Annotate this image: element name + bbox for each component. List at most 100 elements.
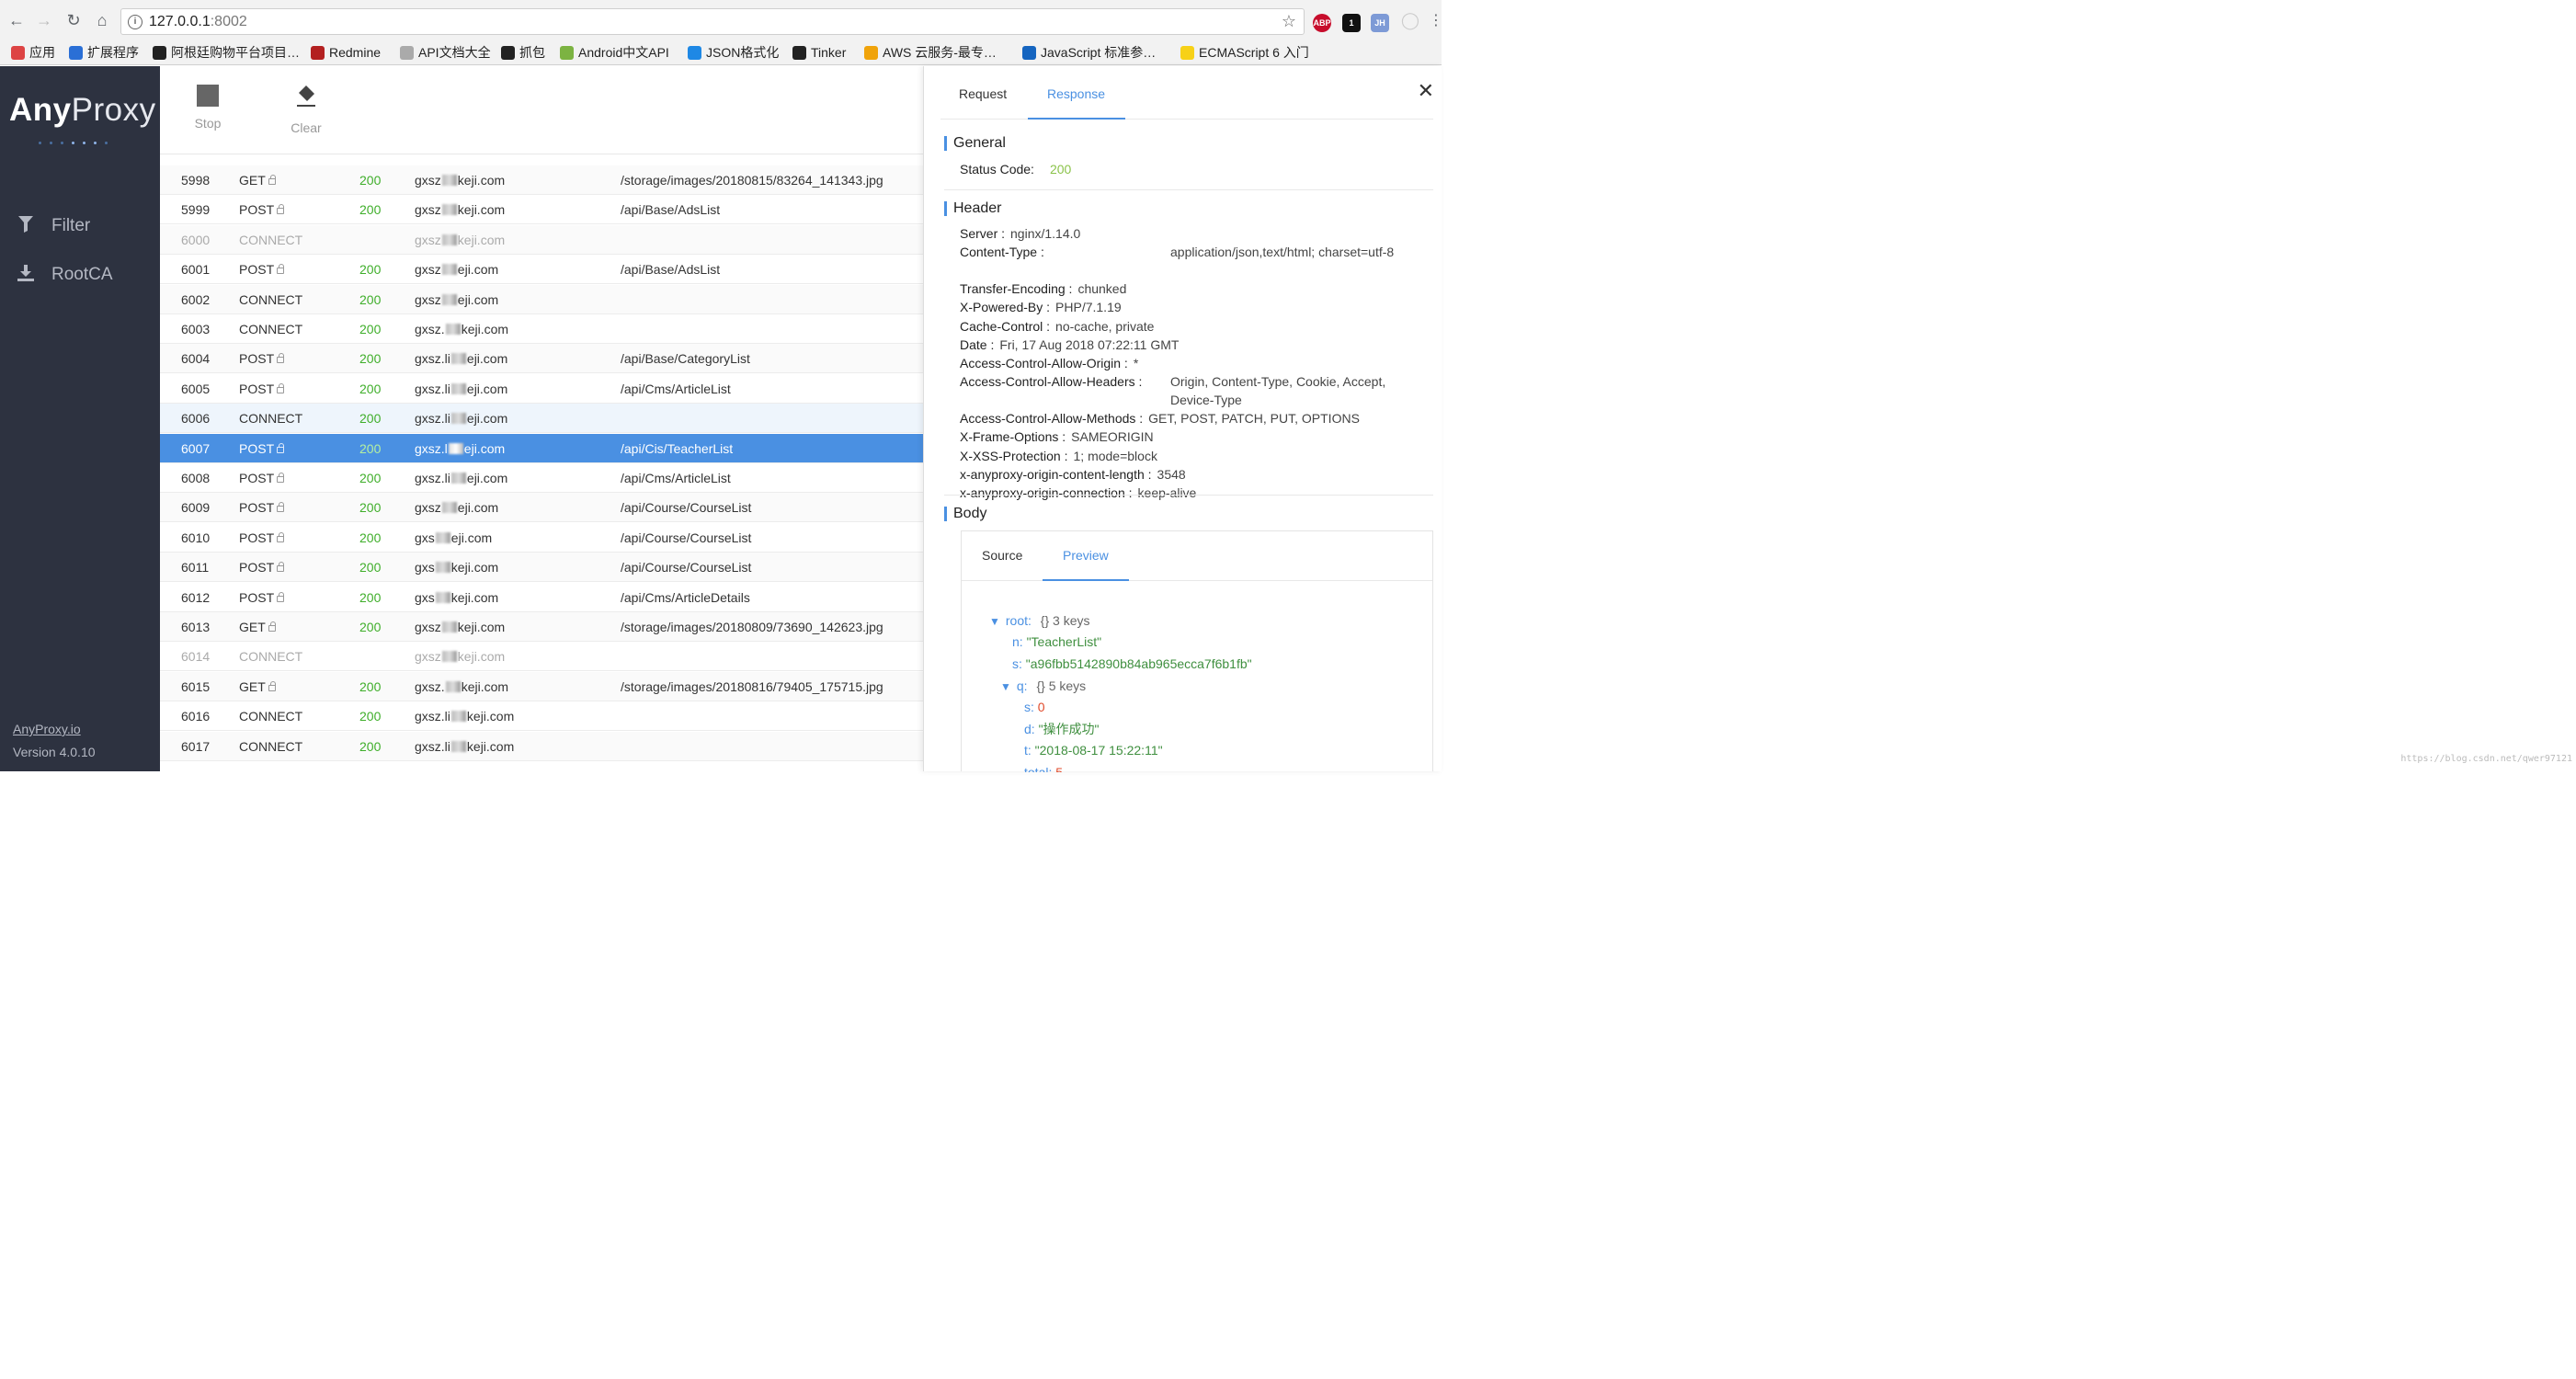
json-node-q[interactable]: ▼ q: {} 5 keys bbox=[1000, 677, 1086, 696]
header-row: x-anyproxy-origin-connection : keep-alive bbox=[960, 484, 1196, 502]
table-row[interactable]: 6014 CONNECT gxsz keji.com bbox=[160, 642, 923, 672]
table-row[interactable]: 6000 CONNECT gxsz keji.com bbox=[160, 224, 923, 255]
record-path: /storage/images/20180809/73690_142623.jp… bbox=[621, 620, 883, 634]
jh-icon[interactable]: JH bbox=[1371, 14, 1389, 32]
table-row[interactable]: 6002 CONNECT 200 gxsz eji.com bbox=[160, 284, 923, 314]
host-prefix: gxs bbox=[415, 530, 435, 545]
extension-badge-icon[interactable]: 1 bbox=[1342, 14, 1361, 32]
table-row[interactable]: 6012 POST 200 gxs keji.com/api/Cms/ArticleDe… bbox=[160, 583, 923, 612]
table-row[interactable]: 6008 POST 200 gxsz.li eji.com/api/Cms/Articl… bbox=[160, 463, 923, 493]
reload-icon[interactable]: ↻ bbox=[63, 9, 85, 31]
header-value: 3548 bbox=[1157, 466, 1186, 482]
record-path: /storage/images/20180816/79405_175715.jp… bbox=[621, 678, 883, 694]
logo-dot bbox=[50, 142, 52, 144]
bookmark-item[interactable]: JavaScript 标准参… bbox=[1022, 43, 1156, 62]
expand-triangle-icon[interactable]: ▼ bbox=[989, 615, 1000, 628]
tab-source[interactable]: Source bbox=[982, 548, 1022, 563]
bookmark-item[interactable]: 应用 bbox=[11, 43, 55, 62]
table-row[interactable]: 6006 CONNECT 200 gxsz.li eji.com bbox=[160, 404, 923, 434]
host-prefix: gxsz.l bbox=[415, 440, 448, 456]
host-suffix: keji.com bbox=[457, 202, 506, 218]
table-row[interactable]: 6001 POST 200 gxsz eji.com/api/Base/AdsList bbox=[160, 255, 923, 285]
bookmark-item[interactable]: ECMAScript 6 入门 bbox=[1180, 43, 1309, 62]
apps-grid-icon bbox=[11, 45, 25, 60]
abp-icon[interactable]: ABP bbox=[1313, 14, 1331, 32]
close-icon[interactable]: ✕ bbox=[1418, 79, 1434, 103]
method-text: CONNECT bbox=[239, 709, 303, 724]
record-id: 6008 bbox=[181, 471, 211, 485]
logo-bold-text: Any bbox=[9, 92, 72, 128]
tab-response[interactable]: Response bbox=[1047, 86, 1105, 101]
json-key: s: bbox=[1024, 700, 1034, 714]
bookmark-item[interactable]: AWS 云服务-最专… bbox=[864, 43, 997, 62]
stop-button[interactable]: Stop bbox=[180, 85, 235, 131]
bookmark-label: ECMAScript 6 入门 bbox=[1199, 45, 1309, 60]
record-path: /api/Base/CategoryList bbox=[621, 351, 750, 367]
host-suffix: eji.com bbox=[463, 440, 506, 456]
bookmark-item[interactable]: Android中文API bbox=[560, 43, 669, 62]
record-path: /api/Cms/ArticleDetails bbox=[621, 589, 750, 605]
bookmark-item[interactable]: JSON格式化 bbox=[688, 43, 779, 62]
method-text: CONNECT bbox=[239, 649, 303, 665]
browser-toolbar: ← → ↻ ⌂ i 127.0.0.1:8002 ☆ ABP 1 JH ◯ ⋮ bbox=[0, 0, 1443, 40]
json-string-value: "2018-08-17 15:22:11" bbox=[1034, 743, 1163, 758]
table-row[interactable]: 5999 POST 200 gxsz keji.com/api/Base/AdsList bbox=[160, 195, 923, 225]
redacted-mask bbox=[450, 473, 466, 484]
bookmark-item[interactable]: Redmine bbox=[311, 43, 381, 62]
anyproxy-io-link[interactable]: AnyProxy.io bbox=[13, 722, 81, 736]
record-status-code: 200 bbox=[359, 411, 382, 427]
record-status-code: 200 bbox=[359, 709, 382, 724]
clear-button[interactable]: Clear bbox=[279, 85, 334, 135]
json-node-n: n: "TeacherList" bbox=[1012, 633, 1101, 651]
address-bar[interactable]: i 127.0.0.1:8002 ☆ bbox=[120, 8, 1305, 35]
host-suffix: keji.com bbox=[457, 649, 506, 665]
bookmark-item[interactable]: API文档大全 bbox=[400, 43, 491, 62]
table-row[interactable]: 6016 CONNECT 200 gxsz.li keji.com bbox=[160, 701, 923, 732]
record-id: 6017 bbox=[181, 738, 211, 754]
sidebar-item-filter[interactable]: Filter bbox=[17, 212, 90, 240]
record-method: POST bbox=[239, 262, 285, 277]
bookmark-item[interactable]: 阿根廷购物平台项目… bbox=[153, 43, 300, 62]
expand-triangle-icon[interactable]: ▼ bbox=[1000, 680, 1011, 693]
table-row[interactable]: 6007 POST 200 gxsz.l eji.com/api/Cis/Teacher… bbox=[160, 433, 923, 463]
logo-dot bbox=[72, 142, 74, 144]
header-row: Server : nginx/1.14.0 bbox=[960, 224, 1080, 243]
table-row[interactable]: 6011 POST 200 gxs keji.com/api/Course/Course… bbox=[160, 553, 923, 583]
bookmark-item[interactable]: 抓包 bbox=[501, 43, 545, 62]
forward-arrow-icon[interactable]: → bbox=[33, 9, 55, 31]
table-row[interactable]: 6017 CONNECT 200 gxsz.li keji.com bbox=[160, 731, 923, 761]
table-row[interactable]: 6005 POST 200 gxsz.li eji.com/api/Cms/Articl… bbox=[160, 374, 923, 404]
table-row[interactable]: 6010 POST 200 gxs eji.com/api/Course/CourseL… bbox=[160, 523, 923, 553]
table-row[interactable]: 6004 POST 200 gxsz.li eji.com/api/Base/Categ… bbox=[160, 344, 923, 374]
lock-icon bbox=[268, 680, 276, 691]
bookmark-star-icon[interactable]: ☆ bbox=[1282, 12, 1296, 31]
table-row[interactable]: 6013 GET 200 gxsz keji.com/storage/images/20… bbox=[160, 612, 923, 642]
table-row[interactable]: 5998 GET 200 gxsz keji.com/storage/images/20… bbox=[160, 165, 923, 195]
table-row[interactable]: 6009 POST 200 gxsz eji.com/api/Course/Course… bbox=[160, 493, 923, 523]
json-root-node[interactable]: ▼ root: {} 3 keys bbox=[989, 611, 1090, 631]
sidebar-item-label: RootCA bbox=[51, 265, 113, 284]
bookmark-item[interactable]: Tinker bbox=[792, 43, 846, 62]
tab-preview[interactable]: Preview bbox=[1063, 548, 1109, 563]
back-arrow-icon[interactable]: ← bbox=[6, 9, 28, 31]
table-row[interactable]: 6015 GET 200 gxsz. keji.com/storage/images/2… bbox=[160, 671, 923, 701]
info-icon[interactable]: i bbox=[128, 15, 142, 29]
home-icon[interactable]: ⌂ bbox=[91, 9, 113, 31]
record-id: 6005 bbox=[181, 381, 211, 396]
header-row: X-Frame-Options : SAMEORIGIN bbox=[960, 427, 1154, 446]
extension-loader-icon[interactable]: ◯ bbox=[1399, 9, 1421, 31]
sidebar-item-rootca[interactable]: RootCA bbox=[17, 261, 113, 289]
method-text: CONNECT bbox=[239, 738, 303, 754]
bookmark-item[interactable]: 扩展程序 bbox=[69, 43, 139, 62]
table-row[interactable]: 6003 CONNECT 200 gxsz. keji.com bbox=[160, 314, 923, 344]
record-method: GET bbox=[239, 679, 276, 694]
header-row: Date : Fri, 17 Aug 2018 07:22:11 GMT bbox=[960, 336, 1179, 354]
tab-request[interactable]: Request bbox=[959, 86, 1007, 101]
c-logo-icon bbox=[688, 45, 701, 60]
record-method: POST bbox=[239, 351, 285, 366]
method-text: POST bbox=[239, 471, 275, 485]
host-suffix: eji.com bbox=[457, 291, 499, 307]
menu-kebab-icon[interactable]: ⋮ bbox=[1425, 9, 1447, 31]
host-prefix: gxsz. bbox=[415, 322, 445, 336]
redacted-mask bbox=[445, 680, 461, 692]
